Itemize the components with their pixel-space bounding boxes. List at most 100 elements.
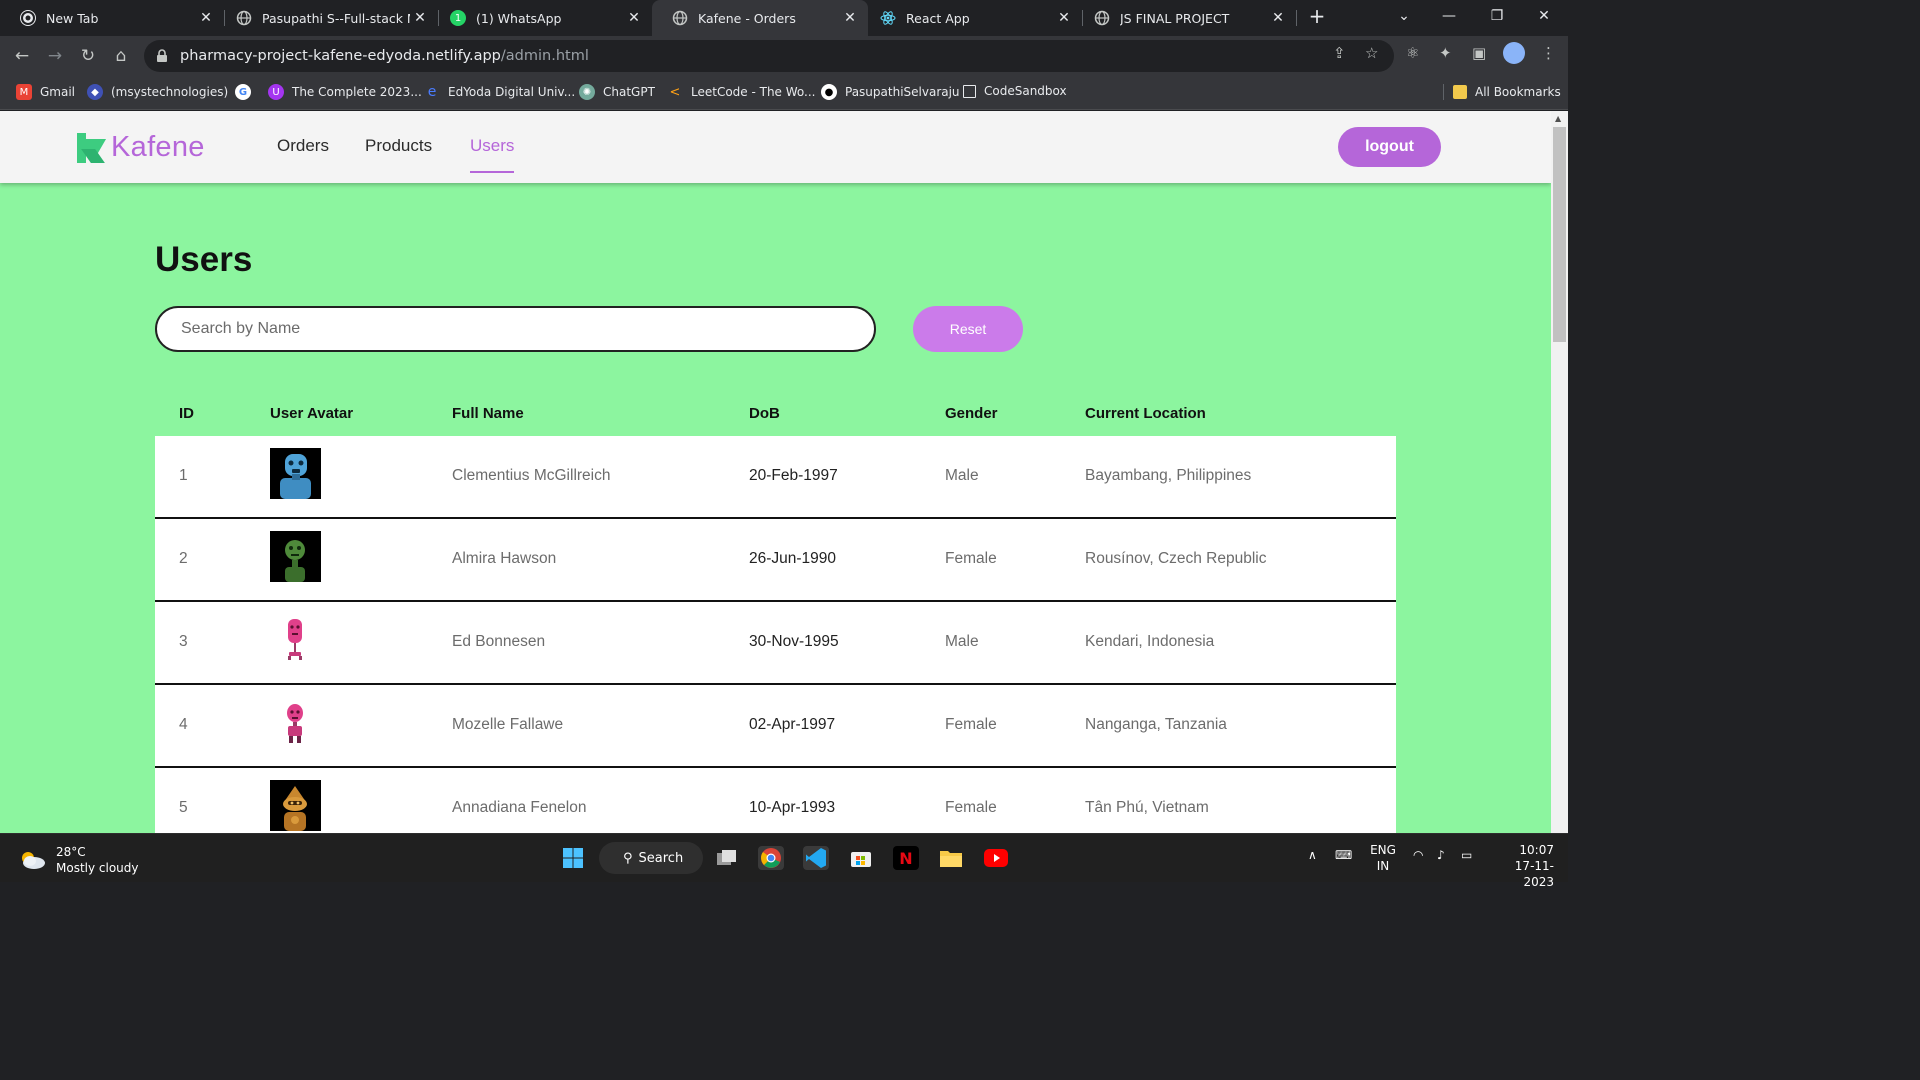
- globe-icon: [1094, 10, 1110, 26]
- bookmark-codesandbox[interactable]: CodeSandbox: [963, 84, 1067, 98]
- home-icon[interactable]: ⌂: [109, 44, 133, 68]
- tab-new-tab[interactable]: New Tab ✕: [0, 0, 224, 36]
- user-id: 1: [179, 467, 188, 484]
- user-id: 3: [179, 633, 188, 650]
- github-icon: ●: [821, 84, 837, 100]
- globe-icon: [672, 10, 688, 26]
- extensions-puzzle-icon[interactable]: ✦: [1439, 44, 1452, 62]
- user-dob: 20-Feb-1997: [749, 467, 838, 484]
- close-tab-icon[interactable]: ✕: [840, 10, 860, 26]
- close-tab-icon[interactable]: ✕: [624, 10, 644, 26]
- close-tab-icon[interactable]: ✕: [1268, 10, 1288, 26]
- kafene-page: Kafene Orders Products Users logout User…: [0, 111, 1551, 833]
- chevron-up-icon[interactable]: ∧: [1308, 848, 1317, 862]
- nav-orders[interactable]: Orders: [277, 136, 329, 156]
- lock-icon[interactable]: [156, 49, 170, 63]
- youtube-icon[interactable]: [983, 846, 1009, 870]
- google-icon: G: [235, 84, 251, 100]
- tab-whatsapp[interactable]: 1 (1) WhatsApp ✕: [430, 0, 652, 36]
- user-avatar: [270, 614, 321, 665]
- search-input[interactable]: [155, 306, 876, 352]
- netflix-icon[interactable]: N: [893, 846, 919, 870]
- side-panel-icon[interactable]: ▣: [1472, 44, 1486, 62]
- chrome-taskbar-icon[interactable]: [758, 846, 784, 870]
- tab-search-chevron-icon[interactable]: ⌄: [1381, 0, 1427, 32]
- folder-icon: [1453, 85, 1467, 99]
- scrollbar-thumb[interactable]: [1553, 127, 1566, 342]
- bookmark-gmail[interactable]: M Gmail: [16, 84, 75, 100]
- back-arrow-icon[interactable]: ←: [10, 44, 34, 68]
- tab-pasupathi[interactable]: Pasupathi S--Full-stack ME ✕: [216, 0, 438, 36]
- file-explorer-icon[interactable]: [938, 846, 964, 870]
- reset-button[interactable]: Reset: [913, 306, 1023, 352]
- user-dob: 26-Jun-1990: [749, 550, 837, 567]
- react-devtools-icon[interactable]: ⚛: [1406, 44, 1419, 62]
- user-location: Tân Phú, Vietnam: [1085, 799, 1209, 816]
- close-tab-icon[interactable]: ✕: [196, 10, 216, 26]
- all-bookmarks-button[interactable]: All Bookmarks: [1443, 84, 1561, 100]
- logout-button[interactable]: logout: [1338, 127, 1441, 167]
- reload-icon[interactable]: ↻: [76, 44, 100, 68]
- page-scrollbar[interactable]: ▲: [1551, 111, 1568, 833]
- temperature: 28°C: [56, 845, 86, 859]
- user-full-name: Mozelle Fallawe: [452, 716, 564, 733]
- user-full-name: Clementius McGillreich: [452, 467, 611, 484]
- keyboard-icon[interactable]: ⌨: [1335, 848, 1352, 862]
- table-row[interactable]: 5 Annadiana Fenelon 10-Apr-1993 Female T…: [155, 768, 1396, 833]
- user-gender: Female: [945, 799, 997, 816]
- address-bar[interactable]: pharmacy-project-kafene-edyoda.netlify.a…: [144, 40, 1394, 72]
- new-tab-plus-icon[interactable]: +: [1305, 4, 1329, 28]
- col-avatar: User Avatar: [270, 405, 354, 422]
- windows-start-icon[interactable]: [560, 846, 586, 870]
- bookmark-edyoda[interactable]: e EdYoda Digital Univ...: [424, 84, 575, 100]
- input-language[interactable]: ENG IN: [1368, 842, 1398, 874]
- bookmark-udemy[interactable]: U The Complete 2023...: [268, 84, 422, 100]
- user-gender: Female: [945, 716, 997, 733]
- table-header: ID User Avatar Full Name DoB Gender Curr…: [155, 396, 1396, 436]
- tab-js-final-project[interactable]: JS FINAL PROJECT ✕: [1074, 0, 1296, 36]
- user-dob: 02-Apr-1997: [749, 716, 836, 733]
- weather-condition: Mostly cloudy: [56, 861, 139, 875]
- user-location: Kendari, Indonesia: [1085, 633, 1215, 650]
- scroll-up-arrow-icon[interactable]: ▲: [1555, 114, 1561, 123]
- table-row[interactable]: 3 Ed Bonnesen 30-Nov-1995 Male Kendari, …: [155, 602, 1396, 685]
- tab-react-app[interactable]: React App ✕: [860, 0, 1082, 36]
- forward-arrow-icon[interactable]: →: [43, 44, 67, 68]
- bookmark-msys[interactable]: ◆ (msystechnologies): [87, 84, 228, 100]
- table-row[interactable]: 2 Almira Hawson 26-Jun-1990 Female Rousí…: [155, 519, 1396, 602]
- col-id: ID: [179, 405, 194, 422]
- taskbar-search[interactable]: ⚲ Search: [599, 842, 703, 874]
- table-row[interactable]: 4 Mozelle Fallawe 02-Apr-1997 Female Nan…: [155, 685, 1396, 768]
- table-row[interactable]: 1 Clementius McGillreich 20-Feb-1997 Mal…: [155, 436, 1396, 519]
- nav-users[interactable]: Users: [470, 136, 515, 173]
- user-full-name: Ed Bonnesen: [452, 633, 546, 650]
- vscode-icon[interactable]: [803, 846, 829, 870]
- tab-strip: New Tab ✕ Pasupathi S--Full-stack ME ✕ 1…: [0, 0, 1568, 36]
- kafene-logo[interactable]: Kafene: [77, 131, 205, 164]
- tab-kafene-orders[interactable]: Kafene - Orders ✕: [652, 0, 868, 36]
- restore-icon[interactable]: ❐: [1474, 0, 1520, 32]
- battery-icon[interactable]: ▭: [1461, 848, 1472, 862]
- kafene-logo-mark: [77, 132, 107, 163]
- wifi-icon[interactable]: ◠: [1413, 848, 1423, 862]
- system-clock[interactable]: 10:07 17-11-2023: [1488, 842, 1554, 890]
- bookmarks-bar: M Gmail ◆ (msystechnologies) G U The Comple…: [0, 76, 1568, 110]
- codesandbox-icon: [963, 84, 976, 98]
- bookmark-github[interactable]: ● PasupathiSelvaraju: [821, 84, 960, 100]
- minimize-icon[interactable]: —: [1426, 0, 1472, 32]
- bookmark-chatgpt[interactable]: ✺ ChatGPT: [579, 84, 655, 100]
- share-icon[interactable]: ⇪: [1333, 44, 1346, 62]
- close-tab-icon[interactable]: ✕: [410, 10, 430, 26]
- profile-avatar[interactable]: [1503, 42, 1525, 64]
- close-window-icon[interactable]: ✕: [1521, 0, 1567, 32]
- nav-products[interactable]: Products: [365, 136, 432, 156]
- microsoft-store-icon[interactable]: [848, 846, 874, 870]
- weather-widget[interactable]: 28°C Mostly cloudy: [18, 844, 139, 876]
- volume-icon[interactable]: ♪: [1437, 848, 1445, 862]
- task-view-icon[interactable]: [714, 846, 740, 870]
- close-tab-icon[interactable]: ✕: [1054, 10, 1074, 26]
- menu-dots-icon[interactable]: ⋮: [1541, 44, 1556, 62]
- bookmark-google[interactable]: G: [235, 84, 259, 100]
- star-icon[interactable]: ☆: [1365, 44, 1378, 62]
- bookmark-leetcode[interactable]: < LeetCode - The Wo...: [667, 84, 816, 100]
